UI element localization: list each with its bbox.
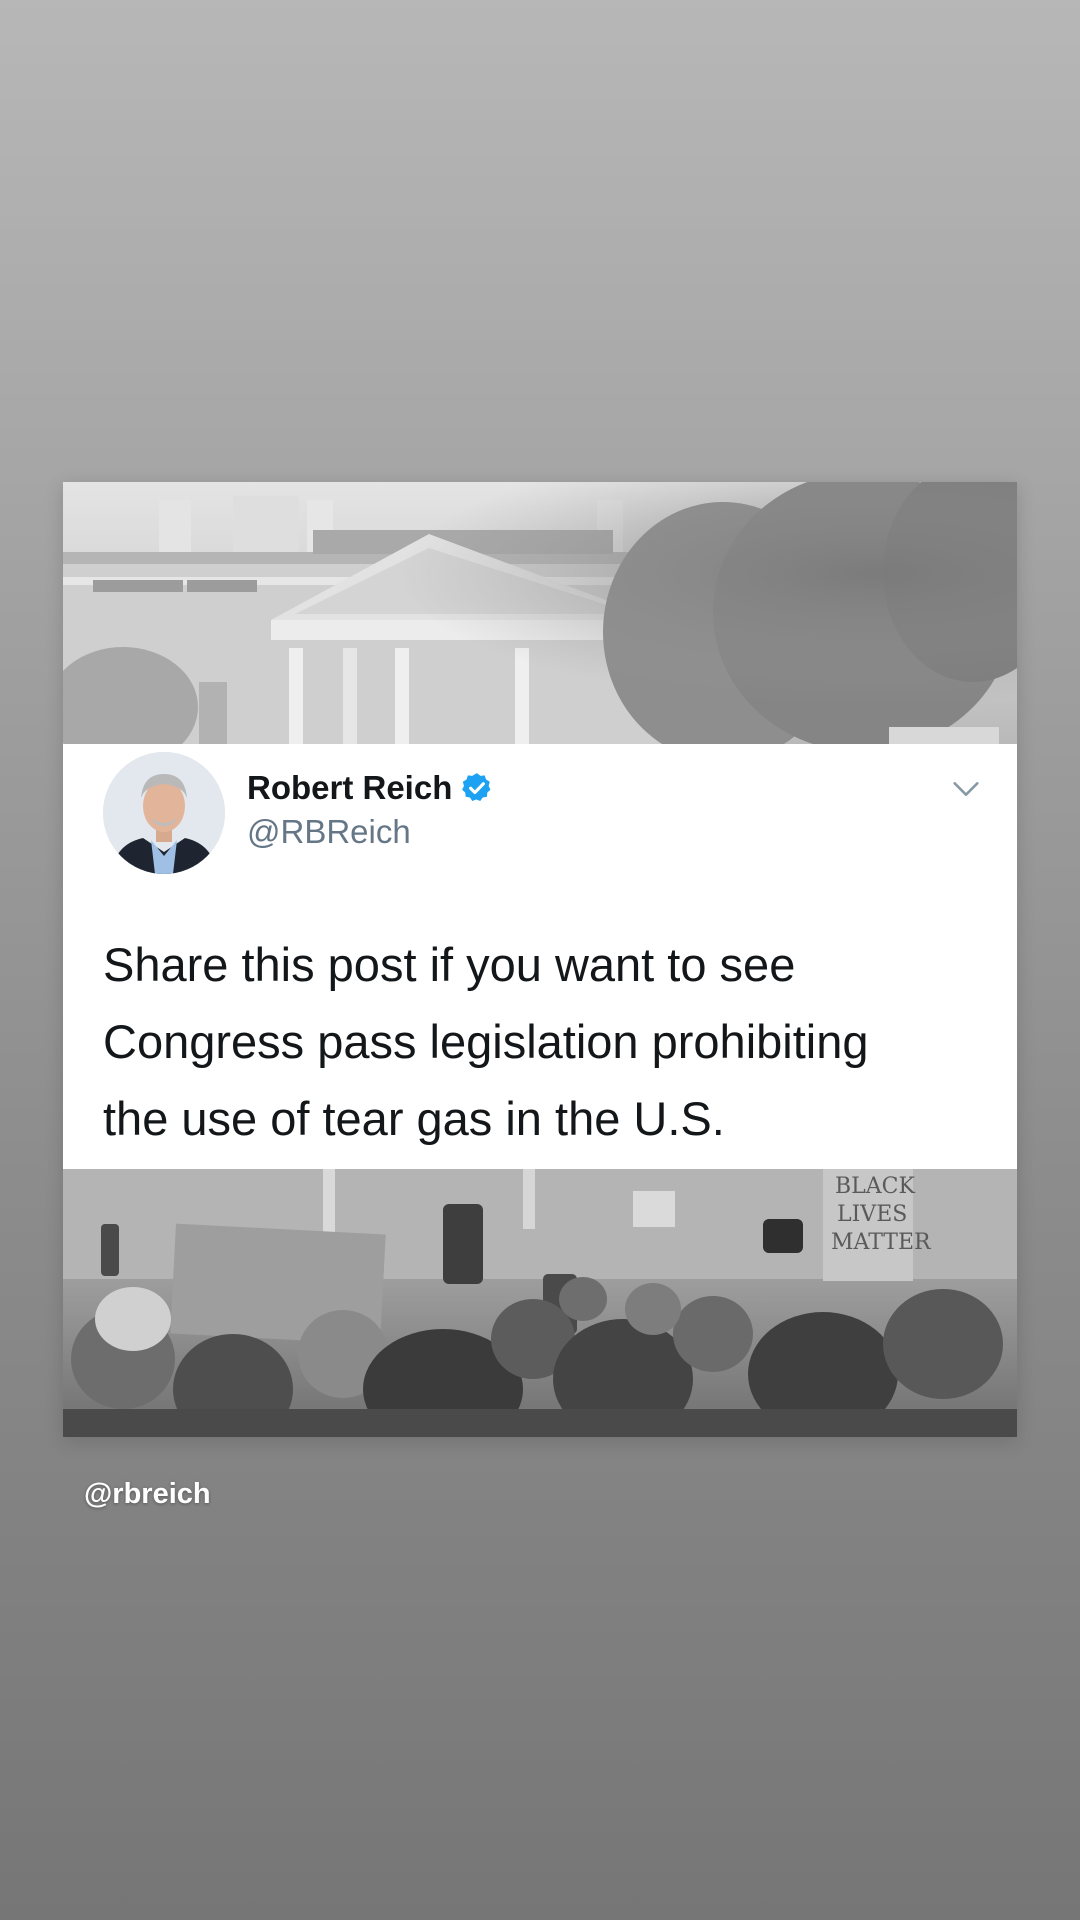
author-name[interactable]: Robert Reich [247,769,452,807]
protest-crowd-photo: BLACK LIVES MATTER [63,1169,1017,1437]
profile-photo-illustration [103,752,225,874]
tweet-text: Share this post if you want to see Congr… [103,938,869,1145]
tweet-card[interactable]: Robert Reich @RBReich Share this post if… [63,744,1017,1169]
author-handle[interactable]: @RBReich [247,813,411,851]
author-row: Robert Reich [247,768,494,808]
protest-crowd-illustration: BLACK LIVES MATTER [63,1169,1017,1437]
svg-text:BLACK: BLACK [835,1174,915,1199]
story-mention-sticker[interactable]: @rbreich [84,1478,211,1511]
story-post-card: Robert Reich @RBReich Share this post if… [63,482,1017,1437]
svg-text:MATTER: MATTER [831,1230,932,1255]
chevron-down-icon[interactable] [949,772,983,806]
white-house-illustration [63,482,1017,744]
svg-text:LIVES: LIVES [837,1202,907,1227]
white-house-photo [63,482,1017,744]
verified-badge-icon [462,773,491,802]
avatar[interactable] [103,752,225,874]
